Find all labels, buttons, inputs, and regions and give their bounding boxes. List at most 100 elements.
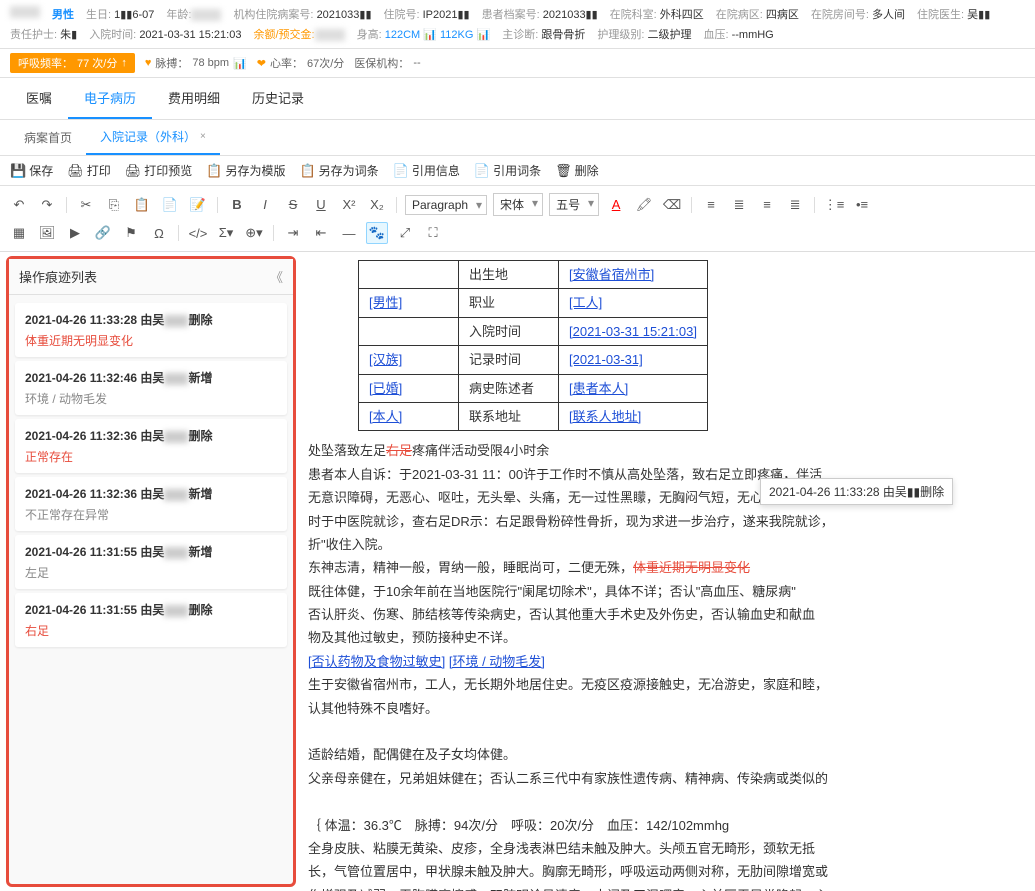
numbered-list-icon[interactable]: ⋮≡ xyxy=(823,194,845,216)
italic-icon[interactable]: I xyxy=(254,194,276,216)
delete-button[interactable]: 🗑删除 xyxy=(555,162,599,179)
tab-orders[interactable]: 医嘱 xyxy=(10,78,68,119)
expand-icon[interactable]: ⤢ xyxy=(394,222,416,244)
align-justify-icon[interactable]: ≣ xyxy=(784,194,806,216)
field-link[interactable]: [汉族] xyxy=(369,352,402,367)
strike-icon[interactable]: S xyxy=(282,194,304,216)
size-select[interactable]: 五号 xyxy=(549,193,599,216)
field-link[interactable]: [工人] xyxy=(569,295,602,310)
table-cell: 联系地址 xyxy=(459,402,559,430)
superscript-icon[interactable]: X² xyxy=(338,194,360,216)
strike-weight[interactable]: 体重近期无明显变化 xyxy=(633,560,750,575)
tab-history[interactable]: 历史记录 xyxy=(236,78,320,119)
bold-icon[interactable]: B xyxy=(226,194,248,216)
undo-icon[interactable]: ↶ xyxy=(8,194,30,216)
align-left-icon[interactable]: ≡ xyxy=(700,194,722,216)
trace-item[interactable]: 2021-04-26 11:32:46 由吴新增环境 / 动物毛发 xyxy=(15,361,287,415)
save-icon: 💾 xyxy=(10,163,26,179)
trace-item[interactable]: 2021-04-26 11:32:36 由吴新增不正常存在异常 xyxy=(15,477,287,531)
field-link[interactable]: [男性] xyxy=(369,295,402,310)
table-icon[interactable]: ▦ xyxy=(8,222,30,244)
copy-icon[interactable]: ⎘ xyxy=(103,194,125,216)
close-icon[interactable]: × xyxy=(200,131,206,142)
paste-text-icon[interactable]: 📄 xyxy=(159,194,181,216)
redo-icon[interactable]: ↷ xyxy=(36,194,58,216)
field-link[interactable]: [已婚] xyxy=(369,381,402,396)
table-cell: [男性] xyxy=(359,289,459,317)
outdent-icon[interactable]: ⇤ xyxy=(310,222,332,244)
align-right-icon[interactable]: ≡ xyxy=(756,194,778,216)
save-button[interactable]: 💾保存 xyxy=(10,162,53,179)
save-term-button[interactable]: 📋另存为词条 xyxy=(299,162,378,179)
doc-area[interactable]: 出生地[安徽省宿州市][男性]职业[工人]入院时间[2021-03-31 15:… xyxy=(296,252,1035,891)
anchor-icon[interactable]: ⚑ xyxy=(120,222,142,244)
link-icon[interactable]: 🔗 xyxy=(92,222,114,244)
preview-button[interactable]: 🖨打印预览 xyxy=(125,162,193,179)
collapse-icon[interactable]: 《 xyxy=(270,267,283,286)
fullscreen-icon[interactable]: ⛶ xyxy=(422,222,444,244)
env-link[interactable]: [环境 / 动物毛发] xyxy=(449,654,545,669)
doc-body[interactable]: 处坠落致左足右足疼痛伴活动受限4小时余 患者本人自诉：于2021-03-31 1… xyxy=(308,439,1023,891)
clearformat-icon[interactable]: ⌫ xyxy=(661,194,683,216)
media-icon[interactable]: ▶ xyxy=(64,222,86,244)
textcolor-icon[interactable]: A xyxy=(605,194,627,216)
field-link[interactable]: [安徽省宿州市] xyxy=(569,267,654,282)
plus-icon[interactable]: ⊕▾ xyxy=(243,222,265,244)
term-icon: 📋 xyxy=(299,163,315,179)
action-bar: 💾保存 🖨打印 🖨打印预览 📋另存为模版 📋另存为词条 📄引用信息 📄引用词条 … xyxy=(0,156,1035,186)
paw-icon[interactable]: 🐾 xyxy=(366,222,388,244)
print-icon: 🖨 xyxy=(67,163,84,179)
print-button[interactable]: 🖨打印 xyxy=(67,162,111,179)
sub-tabs: 病案首页 入院记录（外科）× xyxy=(0,120,1035,156)
bullet-list-icon[interactable]: •≡ xyxy=(851,194,873,216)
preview-icon: 🖨 xyxy=(125,163,142,179)
table-cell: 职业 xyxy=(459,289,559,317)
main-tabs: 医嘱 电子病历 费用明细 历史记录 xyxy=(0,78,1035,120)
trash-icon: 🗑 xyxy=(555,163,572,179)
editor-toolbar: ↶ ↷ ✂ ⎘ 📋 📄 📝 B I S U X² X₂ Paragraph 宋体… xyxy=(0,186,1035,252)
table-cell: 入院时间 xyxy=(459,317,559,345)
underline-icon[interactable]: U xyxy=(310,194,332,216)
font-select[interactable]: 宋体 xyxy=(493,193,543,216)
patient-header: 男性 生日: 1▮▮6-07 年龄: 机构住院病案号: 2021033▮▮ 住院… xyxy=(0,0,1035,49)
paragraph-select[interactable]: Paragraph xyxy=(405,195,487,215)
table-cell: [工人] xyxy=(559,289,708,317)
trace-item[interactable]: 2021-04-26 11:33:28 由吴删除体重近期无明显变化 xyxy=(15,303,287,357)
omega-icon[interactable]: Ω xyxy=(148,222,170,244)
trace-panel: 操作痕迹列表 《 2021-04-26 11:33:28 由吴删除体重近期无明显… xyxy=(6,256,296,887)
subtab-admission[interactable]: 入院记录（外科）× xyxy=(86,120,220,155)
field-link[interactable]: [2021-03-31] xyxy=(569,352,643,367)
trace-item[interactable]: 2021-04-26 11:32:36 由吴删除正常存在 xyxy=(15,419,287,473)
table-cell: [汉族] xyxy=(359,346,459,374)
source-icon[interactable]: </> xyxy=(187,222,209,244)
save-template-button[interactable]: 📋另存为模版 xyxy=(206,162,285,179)
align-center-icon[interactable]: ≣ xyxy=(728,194,750,216)
table-cell: [已婚] xyxy=(359,374,459,402)
quote-term-button[interactable]: 📄引用词条 xyxy=(474,162,541,179)
bgcolor-icon[interactable]: 🖍 xyxy=(633,194,655,216)
ins-item: 医保机构：-- xyxy=(354,55,420,71)
hr-icon[interactable]: — xyxy=(338,222,360,244)
pulse-item: ♥脉搏：78 bpm 📊 xyxy=(145,55,247,71)
strike-text: 右足 xyxy=(386,443,412,458)
sigma-icon[interactable]: Σ▾ xyxy=(215,222,237,244)
template-icon: 📋 xyxy=(206,163,222,179)
field-link[interactable]: [2021-03-31 15:21:03] xyxy=(569,324,697,339)
paste-word-icon[interactable]: 📝 xyxy=(187,194,209,216)
quote-info-button[interactable]: 📄引用信息 xyxy=(393,162,460,179)
trace-list: 2021-04-26 11:33:28 由吴删除体重近期无明显变化2021-04… xyxy=(9,295,293,884)
image-icon[interactable]: 🖼 xyxy=(36,222,58,244)
trace-item[interactable]: 2021-04-26 11:31:55 由吴新增左足 xyxy=(15,535,287,589)
field-link[interactable]: [联系人地址] xyxy=(569,409,641,424)
subscript-icon[interactable]: X₂ xyxy=(366,194,388,216)
tab-emr[interactable]: 电子病历 xyxy=(68,78,152,119)
trace-item[interactable]: 2021-04-26 11:31:55 由吴删除右足 xyxy=(15,593,287,647)
subtab-home[interactable]: 病案首页 xyxy=(10,120,86,155)
indent-icon[interactable]: ⇥ xyxy=(282,222,304,244)
tab-fee[interactable]: 费用明细 xyxy=(152,78,236,119)
paste-icon[interactable]: 📋 xyxy=(131,194,153,216)
cut-icon[interactable]: ✂ xyxy=(75,194,97,216)
field-link[interactable]: [本人] xyxy=(369,409,402,424)
allergy-link[interactable]: [否认药物及食物过敏史] xyxy=(308,654,445,669)
field-link[interactable]: [患者本人] xyxy=(569,381,628,396)
